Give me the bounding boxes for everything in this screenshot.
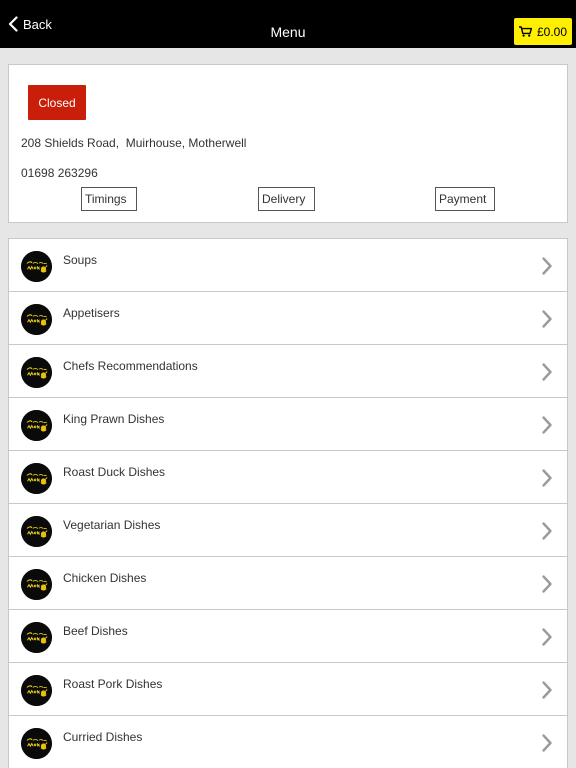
category-label: Roast Pork Dishes — [63, 677, 163, 691]
restaurant-logo-icon — [21, 251, 52, 282]
category-row-soups[interactable]: Soups — [9, 239, 567, 292]
category-label: Soups — [63, 253, 98, 267]
category-row-vegetarian-dishes[interactable]: Vegetarian Dishes — [9, 504, 567, 557]
delivery-button[interactable]: Delivery — [258, 187, 315, 211]
top-navbar: Back Menu £0.00 — [0, 0, 576, 48]
chevron-right-icon — [541, 309, 553, 329]
chevron-right-icon — [541, 733, 553, 753]
chevron-right-icon — [541, 256, 553, 276]
restaurant-phone[interactable]: 01698 263296 — [21, 166, 98, 180]
shopping-cart-icon — [518, 26, 532, 37]
restaurant-logo-icon — [21, 463, 52, 494]
category-list: Soups Appetisers Chefs Recommendations K… — [8, 238, 568, 768]
category-row-appetisers[interactable]: Appetisers — [9, 292, 567, 345]
chevron-right-icon — [541, 468, 553, 488]
chevron-right-icon — [541, 362, 553, 382]
timings-button[interactable]: Timings — [81, 187, 137, 211]
category-row-king-prawn-dishes[interactable]: King Prawn Dishes — [9, 398, 567, 451]
chevron-right-icon — [541, 521, 553, 541]
category-row-roast-duck-dishes[interactable]: Roast Duck Dishes — [9, 451, 567, 504]
category-row-chicken-dishes[interactable]: Chicken Dishes — [9, 557, 567, 610]
category-label: Chicken Dishes — [63, 571, 147, 585]
chevron-right-icon — [541, 415, 553, 435]
category-row-roast-pork-dishes[interactable]: Roast Pork Dishes — [9, 663, 567, 716]
cart-button[interactable]: £0.00 — [514, 18, 572, 45]
category-label: Beef Dishes — [63, 624, 128, 638]
restaurant-info-card: Closed 208 Shields Road, Muirhouse, Moth… — [8, 64, 568, 223]
category-row-chefs-recommendations[interactable]: Chefs Recommendations — [9, 345, 567, 398]
restaurant-logo-icon — [21, 516, 52, 547]
restaurant-logo-icon — [21, 569, 52, 600]
category-label: King Prawn Dishes — [63, 412, 165, 426]
page-title: Menu — [270, 24, 306, 40]
category-label: Vegetarian Dishes — [63, 518, 161, 532]
chevron-right-icon — [541, 680, 553, 700]
category-label: Chefs Recommendations — [63, 359, 198, 373]
restaurant-logo-icon — [21, 410, 52, 441]
category-label: Curried Dishes — [63, 730, 143, 744]
restaurant-logo-icon — [21, 728, 52, 759]
restaurant-logo-icon — [21, 357, 52, 388]
category-label: Roast Duck Dishes — [63, 465, 166, 479]
restaurant-logo-icon — [21, 622, 52, 653]
cart-total: £0.00 — [536, 24, 568, 39]
restaurant-address: 208 Shields Road, Muirhouse, Motherwell — [21, 136, 247, 150]
status-badge: Closed — [28, 85, 86, 120]
category-label: Appetisers — [63, 306, 120, 320]
category-row-beef-dishes[interactable]: Beef Dishes — [9, 610, 567, 663]
category-row-curried-dishes[interactable]: Curried Dishes — [9, 716, 567, 768]
payment-button[interactable]: Payment — [435, 187, 495, 211]
restaurant-logo-icon — [21, 675, 52, 706]
chevron-right-icon — [541, 574, 553, 594]
chevron-right-icon — [541, 627, 553, 647]
restaurant-logo-icon — [21, 304, 52, 335]
